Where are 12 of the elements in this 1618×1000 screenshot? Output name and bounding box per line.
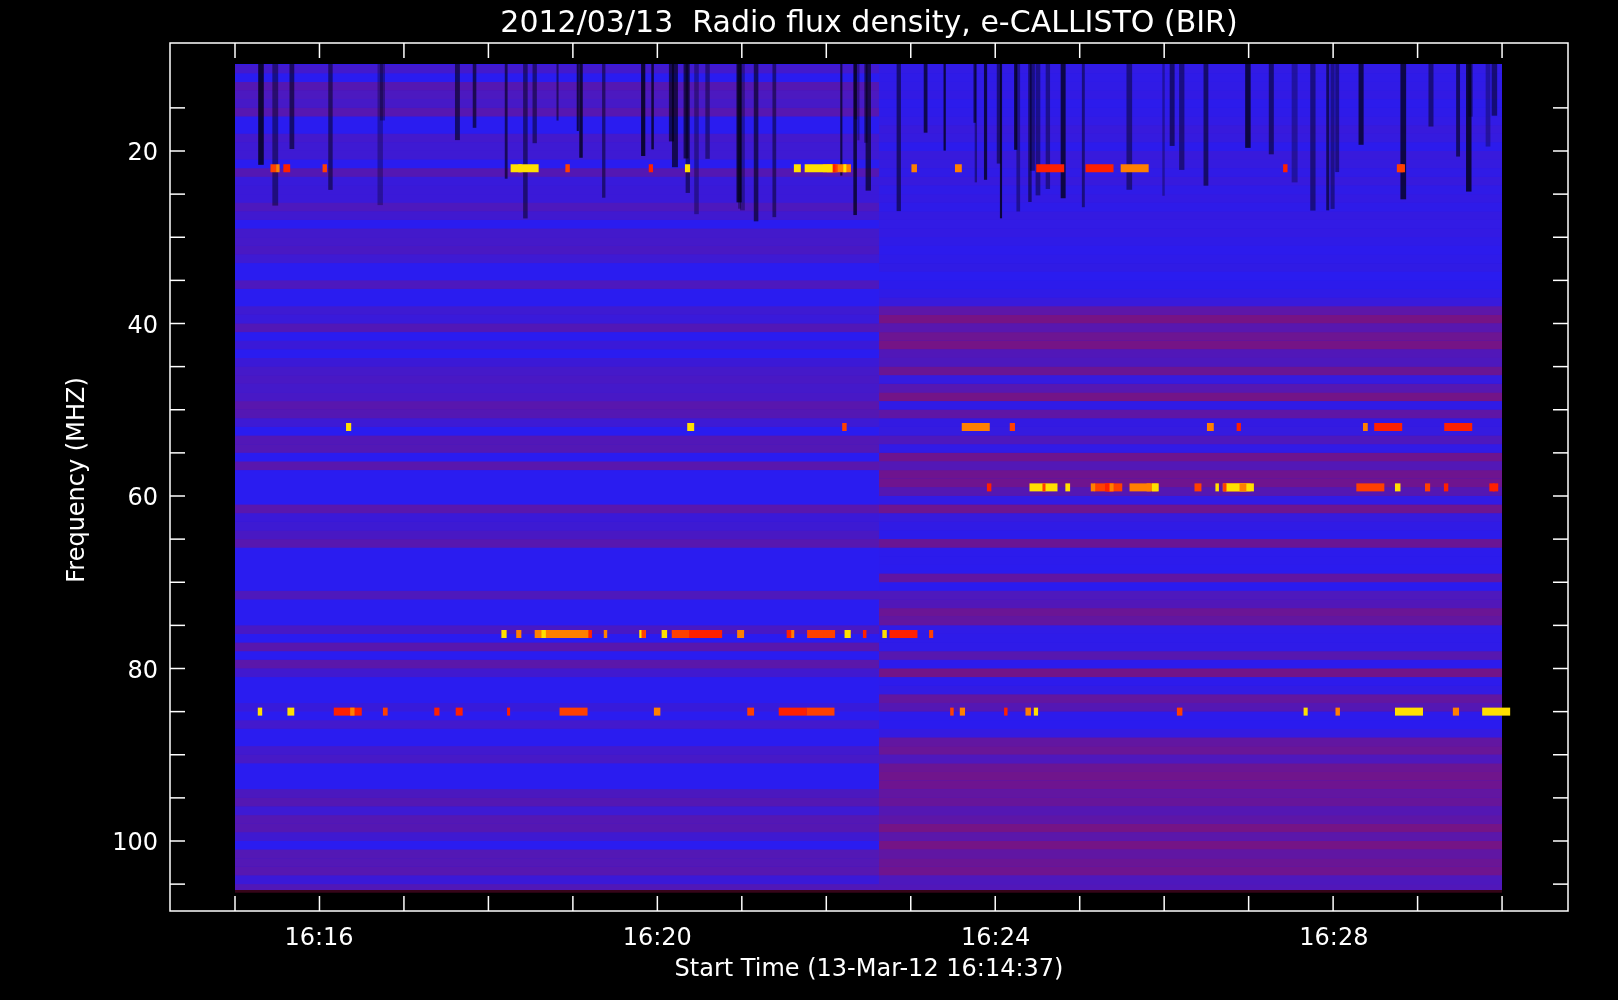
y-axis-label: Frequency (MHZ) xyxy=(62,377,90,583)
x-axis-label: Start Time (13-Mar-12 16:14:37) xyxy=(674,954,1064,982)
tick-label: 100 xyxy=(112,828,158,856)
tick-label: 80 xyxy=(127,655,158,684)
chart-title: 2012/03/13 Radio flux density, e-CALLISTO (BIR) xyxy=(500,4,1238,39)
tick-label: 40 xyxy=(127,310,158,339)
tick-label: 16:20 xyxy=(622,923,692,951)
tick-label: 60 xyxy=(127,483,158,511)
tick-label: 16:16 xyxy=(284,923,354,951)
tick-label: 16:24 xyxy=(961,923,1031,951)
tick-label: 16:28 xyxy=(1299,923,1369,951)
tick-label: 20 xyxy=(127,138,158,166)
